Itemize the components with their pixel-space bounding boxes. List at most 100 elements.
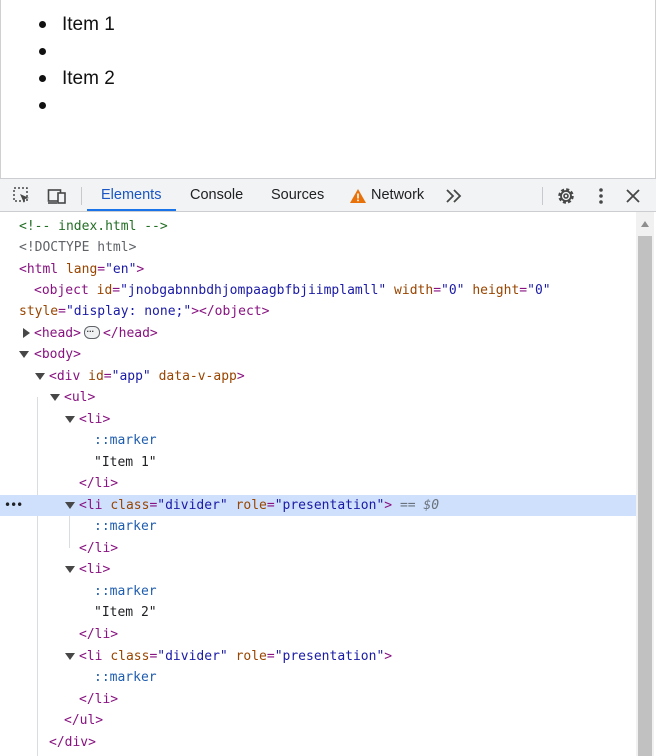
tag-name: <head> bbox=[34, 326, 81, 341]
tag-name: <body> bbox=[34, 347, 81, 362]
collapse-arrow-icon[interactable] bbox=[19, 351, 29, 358]
collapse-arrow-icon[interactable] bbox=[50, 394, 60, 401]
li-tag: <li> bbox=[79, 559, 110, 580]
tag-name: <div bbox=[49, 369, 81, 384]
tag-name: <ul> bbox=[64, 390, 96, 405]
dom-node-li-close[interactable]: </li> bbox=[0, 689, 636, 710]
vertical-scrollbar[interactable] bbox=[636, 212, 654, 756]
devtools-panel: Elements Console Sources Network <!-- in… bbox=[0, 178, 656, 756]
bullet-icon bbox=[39, 48, 46, 55]
tag-close: </li> bbox=[79, 541, 119, 556]
dom-node-li-divider[interactable]: <li class="divider" role="presentation"> bbox=[0, 646, 636, 667]
dom-node-li[interactable]: <li> bbox=[0, 559, 636, 580]
selected-node-reference: == $0 bbox=[399, 498, 440, 513]
dom-node-head[interactable]: <head> </head> bbox=[0, 321, 636, 344]
attr-value: "divider" bbox=[157, 649, 228, 664]
dom-node-body[interactable]: <body> bbox=[0, 344, 636, 365]
tag-close: </li> bbox=[79, 692, 119, 707]
ellipsis-icon[interactable] bbox=[83, 321, 100, 342]
dom-node-marker[interactable]: ::marker bbox=[0, 581, 636, 602]
pseudo-element: ::marker bbox=[94, 584, 157, 599]
attr-name: id bbox=[96, 283, 113, 298]
dom-node-text[interactable]: "Item 2" bbox=[0, 602, 636, 623]
pseudo-element: ::marker bbox=[94, 433, 157, 448]
attr-name: style bbox=[19, 304, 59, 319]
collapse-arrow-icon[interactable] bbox=[35, 373, 45, 380]
text-node: "Item 1" bbox=[94, 455, 157, 470]
dom-node-doctype[interactable]: <!DOCTYPE html> bbox=[0, 237, 636, 258]
text-node: "Item 2" bbox=[94, 605, 157, 620]
inspect-element-icon[interactable] bbox=[12, 186, 32, 206]
dom-node-li-close[interactable]: </li> bbox=[0, 473, 636, 494]
bullet-icon bbox=[39, 21, 46, 28]
tag-name: <li> bbox=[79, 412, 111, 427]
dom-node-li[interactable]: <li> bbox=[0, 409, 636, 430]
tab-network[interactable]: Network bbox=[371, 179, 424, 212]
dom-node-marker[interactable]: ::marker bbox=[0, 430, 636, 451]
attr-value: "0" bbox=[527, 283, 551, 298]
dom-node-object-cont[interactable]: style="display: none;"></object> bbox=[0, 301, 636, 322]
collapse-arrow-icon[interactable] bbox=[65, 566, 75, 573]
dom-node-object[interactable]: <object id="jnobgabnnbdhjompaagbfbjiimpl… bbox=[0, 280, 636, 301]
html-tag: <html lang="en"> bbox=[19, 262, 145, 277]
head-tag: <head> </head> bbox=[34, 321, 158, 344]
tag-name: <li bbox=[79, 649, 103, 664]
dom-node-comment[interactable]: <!-- index.html --> bbox=[0, 216, 636, 237]
collapse-arrow-icon[interactable] bbox=[65, 416, 75, 423]
attr-name: lang bbox=[65, 262, 98, 277]
div-tag: <div id="app" data-v-app> bbox=[49, 369, 245, 384]
page-viewport: Item 1 Item 2 bbox=[0, 0, 656, 178]
settings-gear-icon[interactable] bbox=[556, 186, 576, 206]
object-tag: <object id="jnobgabnnbdhjompaagbfbjiimpl… bbox=[34, 283, 551, 298]
kebab-menu-icon[interactable] bbox=[591, 186, 611, 206]
collapse-arrow-icon[interactable] bbox=[65, 653, 75, 660]
dom-node-marker[interactable]: ::marker bbox=[0, 516, 636, 537]
device-toolbar-icon[interactable] bbox=[47, 186, 67, 206]
bullet-icon bbox=[39, 102, 46, 109]
attr-value: "jnobgabnnbdhjompaagbfbjiimplamll" bbox=[120, 283, 387, 298]
tab-console[interactable]: Console bbox=[190, 179, 243, 212]
expand-arrow-icon[interactable] bbox=[23, 328, 30, 338]
bullet-icon bbox=[39, 75, 46, 82]
close-icon[interactable] bbox=[623, 186, 643, 206]
scroll-up-arrow-icon[interactable] bbox=[641, 221, 649, 227]
dom-node-div-close[interactable]: </div> bbox=[0, 732, 636, 753]
dom-node-ul[interactable]: <ul> bbox=[0, 387, 636, 408]
attr-value: "presentation" bbox=[274, 498, 385, 513]
li-tag: <li> bbox=[79, 409, 110, 430]
attr-name: role bbox=[235, 498, 267, 513]
tag-name: <li> bbox=[79, 562, 111, 577]
dom-node-li-close[interactable]: </li> bbox=[0, 624, 636, 645]
dom-node-div[interactable]: <div id="app" data-v-app> bbox=[0, 366, 636, 387]
more-tabs-icon[interactable] bbox=[444, 186, 464, 206]
tag-name: <html bbox=[19, 262, 59, 277]
collapse-arrow-icon[interactable] bbox=[65, 502, 75, 509]
body-tag: <body> bbox=[34, 344, 81, 365]
tab-sources[interactable]: Sources bbox=[271, 179, 324, 212]
dom-node-text[interactable]: "Item 1" bbox=[0, 452, 636, 473]
tag-close: </li> bbox=[79, 627, 119, 642]
dom-node-li-close[interactable]: </li> bbox=[0, 538, 636, 559]
attr-value: "en" bbox=[105, 262, 137, 277]
tag-close: </li> bbox=[79, 476, 119, 491]
dom-tree[interactable]: <!-- index.html --> <!DOCTYPE html> <htm… bbox=[0, 212, 636, 756]
tag-close: </ul> bbox=[64, 713, 104, 728]
node-actions-icon[interactable]: ••• bbox=[4, 495, 23, 516]
active-tab-indicator bbox=[87, 209, 176, 211]
list-item-text: Item 2 bbox=[62, 68, 115, 89]
toolbar-divider bbox=[542, 187, 543, 205]
li-tag: <li class="divider" role="presentation">… bbox=[79, 498, 440, 513]
dom-node-ul-close[interactable]: </ul> bbox=[0, 710, 636, 731]
tag-close: </head> bbox=[102, 326, 158, 341]
attr-name: id bbox=[88, 369, 104, 384]
scrollbar-thumb[interactable] bbox=[638, 236, 652, 756]
ul-tag: <ul> bbox=[64, 387, 95, 408]
li-tag: <li class="divider" role="presentation"> bbox=[79, 649, 393, 664]
tag-name: <object bbox=[34, 283, 89, 298]
dom-node-marker[interactable]: ::marker bbox=[0, 667, 636, 688]
tab-elements[interactable]: Elements bbox=[101, 179, 161, 212]
dom-node-html[interactable]: <html lang="en"> bbox=[0, 259, 636, 280]
attr-value: "presentation" bbox=[274, 649, 385, 664]
dom-node-li-divider-selected[interactable]: ••• <li class="divider" role="presentati… bbox=[0, 495, 636, 516]
devtools-toolbar: Elements Console Sources Network bbox=[0, 178, 656, 212]
